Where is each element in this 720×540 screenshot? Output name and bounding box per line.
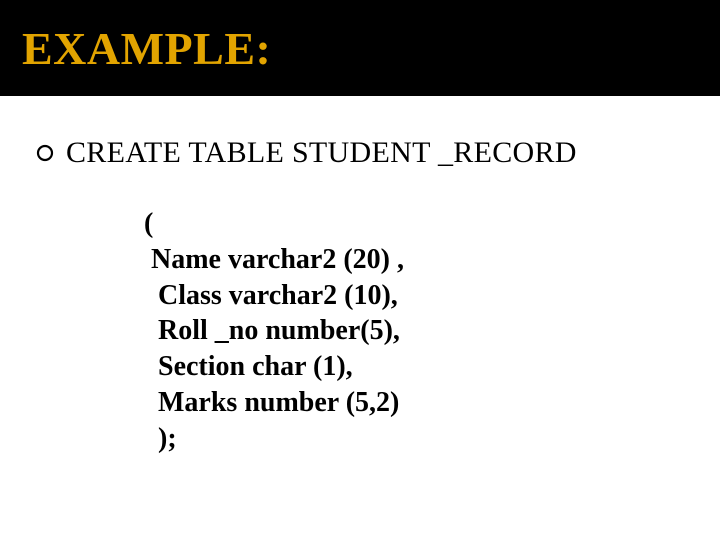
code-line: Section char (1), xyxy=(144,349,720,385)
code-line: ( xyxy=(144,206,720,242)
slide-title: EXAMPLE: xyxy=(22,22,271,75)
bullet-row: CREATE TABLE STUDENT _RECORD xyxy=(36,136,720,170)
circle-bullet-icon xyxy=(36,144,54,162)
code-line: Roll _no number(5), xyxy=(144,313,720,349)
code-line: Class varchar2 (10), xyxy=(144,278,720,314)
title-bar: EXAMPLE: xyxy=(0,0,720,96)
code-line: ); xyxy=(144,421,720,457)
code-line: Marks number (5,2) xyxy=(144,385,720,421)
code-block: ( Name varchar2 (20) , Class varchar2 (1… xyxy=(144,206,720,457)
bullet-text: CREATE TABLE STUDENT _RECORD xyxy=(66,136,577,170)
code-line: Name varchar2 (20) , xyxy=(144,242,720,278)
slide-content: CREATE TABLE STUDENT _RECORD ( Name varc… xyxy=(0,96,720,457)
